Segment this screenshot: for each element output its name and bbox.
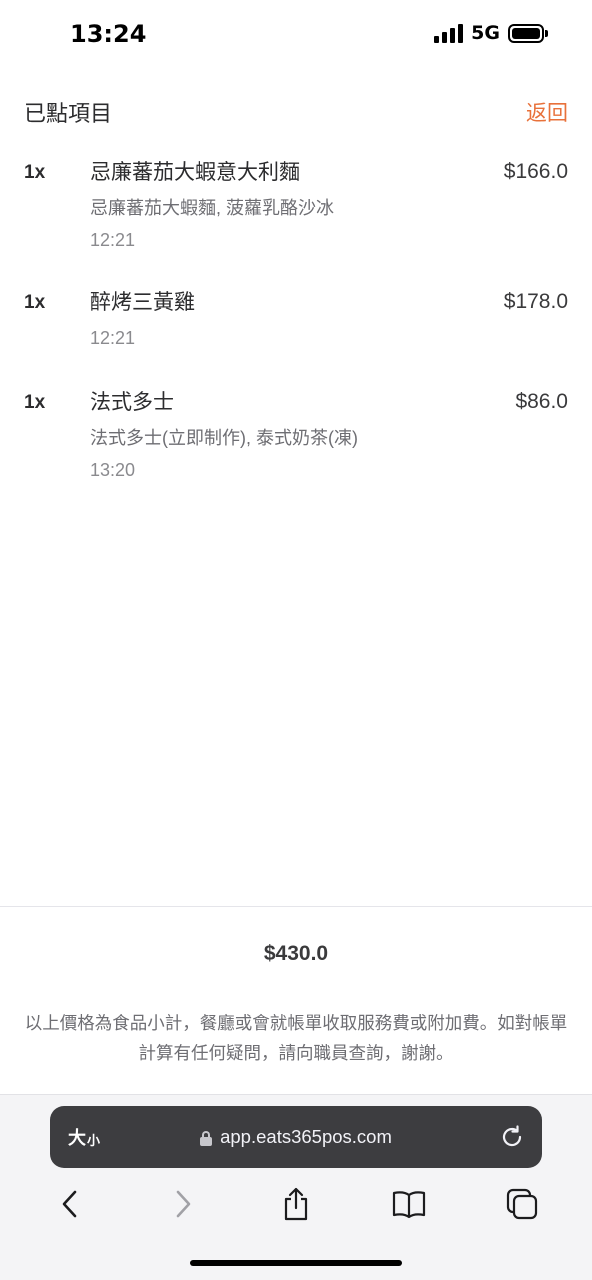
- list-item: 1x 醉烤三黃雞 12:21 $178.0: [24, 288, 568, 388]
- list-item: 1x 法式多士 法式多士(立即制作), 泰式奶茶(凍) 13:20 $86.0: [24, 388, 568, 518]
- summary-divider: [0, 906, 592, 907]
- item-name: 醉烤三黃雞: [90, 291, 195, 314]
- item-name: 忌廉蕃茄大蝦意大利麵: [90, 161, 300, 184]
- address-bar[interactable]: 大 小 app.eats365pos.com: [50, 1106, 542, 1168]
- signal-icon: [434, 23, 464, 43]
- home-indicator: [190, 1260, 402, 1266]
- page-title: 已點項目: [24, 101, 113, 126]
- text-size-button[interactable]: 大 小: [68, 1106, 100, 1168]
- item-quantity: 1x: [24, 292, 46, 313]
- item-description: 忌廉蕃茄大蝦麵, 菠蘿乳酪沙冰: [90, 198, 335, 218]
- item-time: 12:21: [90, 328, 136, 348]
- item-quantity: 1x: [24, 162, 46, 183]
- share-icon[interactable]: [276, 1184, 316, 1224]
- network-label: 5G: [471, 22, 500, 44]
- item-time: 13:20: [90, 460, 136, 480]
- order-total: $430.0: [263, 942, 329, 965]
- status-time: 13:24: [70, 20, 147, 48]
- item-price: $178.0: [503, 290, 568, 313]
- list-item: 1x 忌廉蕃茄大蝦意大利麵 忌廉蕃茄大蝦麵, 菠蘿乳酪沙冰 12:21 $166…: [24, 158, 568, 288]
- lock-icon: [200, 1130, 213, 1146]
- reload-icon[interactable]: [498, 1123, 526, 1151]
- item-description: 法式多士(立即制作), 泰式奶茶(凍): [90, 428, 358, 448]
- item-quantity: 1x: [24, 392, 46, 413]
- item-price: $86.0: [515, 390, 568, 413]
- item-time: 12:21: [90, 230, 136, 250]
- text-size-big-label: 大: [68, 1128, 86, 1148]
- page-header: 已點項目 返回: [24, 96, 568, 128]
- item-price: $166.0: [503, 160, 568, 183]
- tabs-icon[interactable]: [502, 1184, 542, 1224]
- item-name: 法式多士: [90, 391, 174, 414]
- forward-icon[interactable]: [163, 1184, 203, 1224]
- browser-toolbar: [0, 1179, 592, 1229]
- status-indicators: 5G: [434, 22, 548, 44]
- url-text[interactable]: app.eats365pos.com: [220, 1126, 392, 1148]
- status-bar: 13:24 5G: [0, 0, 592, 70]
- price-disclaimer: 以上價格為食品小計，餐廳或會就帳單收取服務費或附加費。如對帳單計算有任何疑問，請…: [24, 1013, 568, 1063]
- ordered-items-list: 1x 忌廉蕃茄大蝦意大利麵 忌廉蕃茄大蝦麵, 菠蘿乳酪沙冰 12:21 $166…: [24, 158, 568, 518]
- battery-icon: [508, 23, 548, 43]
- browser-bottom-bar: 大 小 app.eats365pos.com: [0, 1094, 592, 1280]
- text-size-small-label: 小: [87, 1132, 101, 1148]
- back-link[interactable]: 返回: [526, 97, 568, 127]
- bookmarks-icon[interactable]: [389, 1184, 429, 1224]
- back-icon[interactable]: [50, 1184, 90, 1224]
